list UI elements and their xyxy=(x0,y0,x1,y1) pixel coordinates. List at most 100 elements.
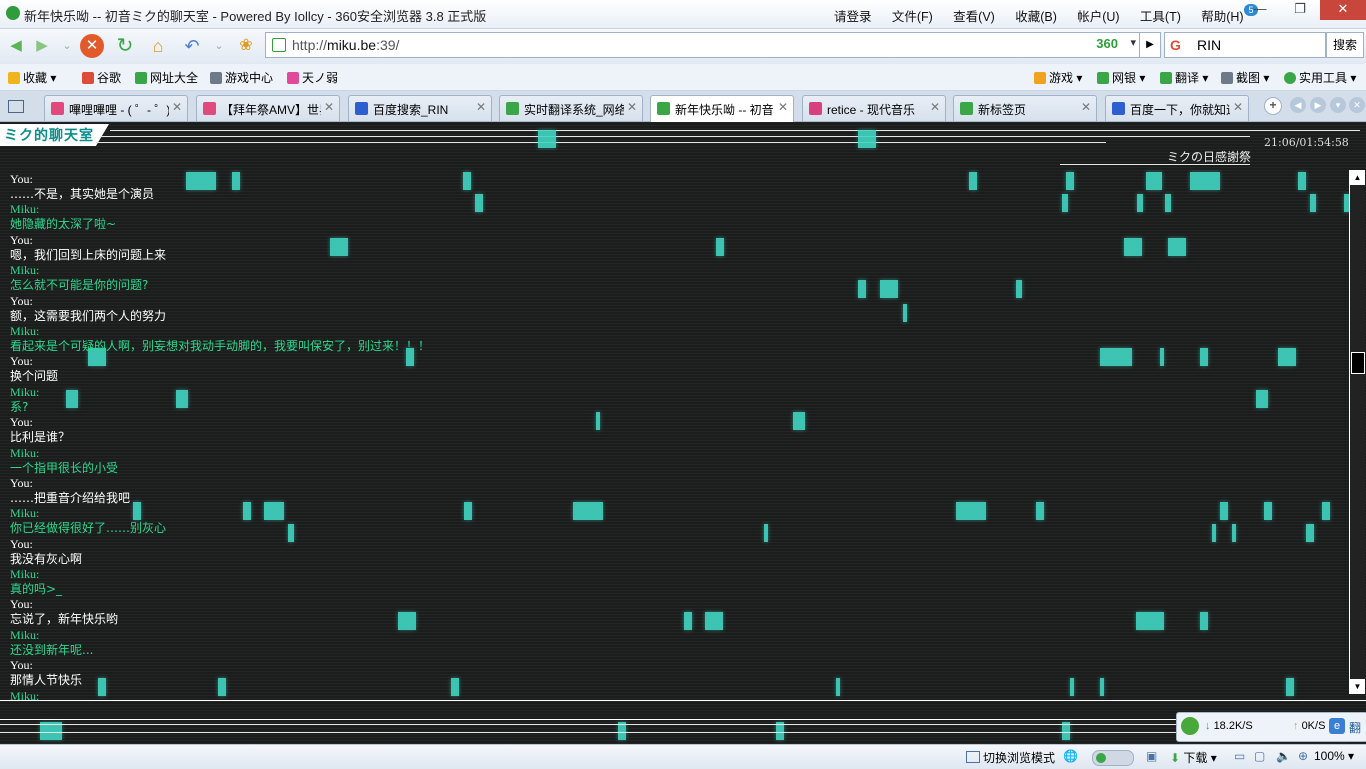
search-button[interactable]: 搜索 xyxy=(1326,32,1364,58)
mode-toggle[interactable] xyxy=(1092,750,1134,766)
ie-mode-icon[interactable]: e xyxy=(1329,718,1345,734)
tab-2[interactable]: 【拜年祭AMV】世界第✕ xyxy=(196,95,340,121)
message-text: 你已经做得很好了……别灰心 xyxy=(10,521,167,536)
tab-close-icon[interactable]: ✕ xyxy=(476,100,486,114)
download-button[interactable]: ⬇ 下载 ▾ xyxy=(1170,749,1217,766)
zoom-icon[interactable]: ⊕ xyxy=(1298,749,1308,763)
tabs-list-icon[interactable]: ▾ xyxy=(1330,97,1346,113)
bookmark-favorites[interactable]: 收藏 ▾ xyxy=(8,69,56,86)
tab-1[interactable]: 嗶哩嗶哩 - ( ゜- ゜)つ✕ xyxy=(44,95,188,121)
menu-tools[interactable]: 工具(T) xyxy=(1140,10,1181,24)
chat-message: You: ……不是，其实她是个演员 xyxy=(10,172,1340,202)
volume-icon[interactable]: 🔈 xyxy=(1276,749,1291,763)
translate-button[interactable]: 翻 xyxy=(1349,719,1361,736)
menu-view[interactable]: 查看(V) xyxy=(953,10,995,24)
chat-message: You: 我没有灰心啊 xyxy=(10,537,1340,567)
cache-icon[interactable]: ▣ xyxy=(1146,749,1157,763)
bookmarks-bar: 收藏 ▾ 谷歌 网址大全 游戏中心 天ノ弱 游戏 ▾ 网银 ▾ 翻译 ▾ 截图 … xyxy=(0,64,1366,91)
navigation-bar: ◀ ▶ ⌄ ✕ ↻ ⌂ ↶ ⌄ ❀ http://miku.be:39/ 360… xyxy=(0,29,1366,63)
tab-favicon-icon xyxy=(355,102,368,115)
tab-5[interactable]: 新年快乐呦 -- 初音ミク✕ xyxy=(650,95,794,122)
message-speaker: You: xyxy=(10,232,33,247)
page-icon xyxy=(272,38,286,52)
message-speaker: You: xyxy=(10,597,33,612)
back-icon[interactable]: ◀ xyxy=(4,34,28,58)
toolbar-screenshot[interactable]: 截图 ▾ xyxy=(1221,69,1269,86)
tab-close-icon[interactable]: ✕ xyxy=(627,100,637,114)
toolbar-translate[interactable]: 翻译 ▾ xyxy=(1160,69,1208,86)
divider xyxy=(96,142,1106,143)
url-dropdown-icon[interactable]: ▾ xyxy=(1130,36,1136,49)
maximize-button[interactable]: ❐ xyxy=(1280,0,1320,20)
tab-close-icon[interactable]: ✕ xyxy=(324,100,334,114)
window-controls: — ❐ ✕ xyxy=(1240,0,1366,22)
tab-6[interactable]: retice - 现代音乐 ✕ xyxy=(802,95,946,121)
tab-close-icon[interactable]: ✕ xyxy=(172,100,182,114)
tab-8[interactable]: 百度一下，你就知道 ✕ xyxy=(1105,95,1249,121)
screen-icon[interactable]: ▭ xyxy=(1234,749,1245,763)
menu-file[interactable]: 文件(F) xyxy=(892,10,933,24)
tab-bar: 嗶哩嗶哩 - ( ゜- ゜)つ✕ 【拜年祭AMV】世界第✕ 百度搜索_RIN✕ 实时翻… xyxy=(0,91,1366,122)
forward-icon[interactable]: ▶ xyxy=(30,34,54,58)
message-text: 看起来是个可疑的人啊，别妄想对我动手动脚的，我要叫保安了，别过来！！！ xyxy=(10,338,431,353)
scroll-thumb[interactable] xyxy=(1351,352,1365,374)
tab-close-icon[interactable]: ✕ xyxy=(1233,100,1243,114)
tab-close-icon[interactable]: ✕ xyxy=(778,100,788,114)
security-badge-icon[interactable]: 360 xyxy=(1096,36,1118,51)
menu-help[interactable]: 帮助(H) xyxy=(1201,10,1243,24)
login-link[interactable]: 请登录 xyxy=(834,10,872,24)
clock-display: 21:06/01:54:58 xyxy=(1264,136,1349,149)
scroll-up-icon[interactable]: ▲ xyxy=(1350,170,1365,185)
tab-4[interactable]: 实时翻译系统_网络翻译✕ xyxy=(499,95,643,121)
close-window-button[interactable]: ✕ xyxy=(1320,0,1366,20)
tab-list-icon[interactable] xyxy=(8,100,24,113)
scroll-down-icon[interactable]: ▼ xyxy=(1350,679,1365,694)
translate-icon xyxy=(1160,72,1172,84)
menu-account[interactable]: 帐户(U) xyxy=(1077,10,1119,24)
url-text[interactable]: http://miku.be:39/ xyxy=(292,37,399,53)
undo-dropdown-icon[interactable]: ⌄ xyxy=(207,34,231,58)
search-input[interactable]: RIN xyxy=(1197,37,1221,53)
bookmark-game-center[interactable]: 游戏中心 xyxy=(210,69,273,86)
address-bar[interactable]: http://miku.be:39/ 360 ▾ ▶ xyxy=(265,32,1161,58)
fullscreen-icon[interactable]: ▢ xyxy=(1254,749,1265,763)
history-dropdown-icon[interactable]: ⌄ xyxy=(55,34,79,58)
toolbar-utilities[interactable]: 实用工具 ▾ xyxy=(1284,69,1356,86)
globe-icon[interactable]: 🌐 xyxy=(1063,749,1078,763)
undo-close-icon[interactable]: ↶ xyxy=(180,34,204,58)
bookmark-url-directory[interactable]: 网址大全 xyxy=(135,69,198,86)
tab-label: retice - 现代音乐 xyxy=(827,103,916,117)
paw-icon[interactable]: ❀ xyxy=(234,34,258,58)
menu-favorites[interactable]: 收藏(B) xyxy=(1015,10,1057,24)
switch-browse-mode[interactable]: 切换浏览模式 xyxy=(966,749,1055,766)
tab-3[interactable]: 百度搜索_RIN ✕ xyxy=(348,95,492,121)
network-speed-widget[interactable]: ↓ 18.2K/S ↑ 0K/S e 翻 xyxy=(1176,712,1366,742)
chat-message: Miku: 一个指甲很长的小受 xyxy=(10,446,1340,476)
tabs-scroll-right-icon[interactable]: ▶ xyxy=(1310,97,1326,113)
bookmark-google[interactable]: 谷歌 xyxy=(82,69,121,86)
tab-close-icon[interactable]: ✕ xyxy=(1081,100,1091,114)
toolbar-games[interactable]: 游戏 ▾ xyxy=(1034,69,1082,86)
toolbar-online-bank[interactable]: 网银 ▾ xyxy=(1097,69,1145,86)
chat-input[interactable] xyxy=(0,700,1366,720)
tab-7[interactable]: 新标签页 ✕ xyxy=(953,95,1097,121)
message-text: ……不是，其实她是个演员 xyxy=(10,187,155,201)
tab-close-icon[interactable]: ✕ xyxy=(930,100,940,114)
plus-circle-icon xyxy=(1284,72,1296,84)
bookmark-tennojaku[interactable]: 天ノ弱 xyxy=(287,69,338,86)
new-tab-button[interactable]: + xyxy=(1264,97,1282,115)
search-box[interactable]: G RIN xyxy=(1164,32,1326,58)
chat-scrollbar[interactable]: ▲ ▼ xyxy=(1349,170,1365,694)
refresh-icon[interactable]: ↻ xyxy=(113,34,137,58)
zoom-level[interactable]: 100% ▾ xyxy=(1314,749,1354,763)
message-text: ……把重音介绍给我吧 xyxy=(10,490,131,505)
tabs-scroll-left-icon[interactable]: ◀ xyxy=(1290,97,1306,113)
minimize-button[interactable]: — xyxy=(1240,0,1280,20)
close-tab-icon[interactable]: ✕ xyxy=(1349,97,1365,113)
search-engine-icon[interactable]: G xyxy=(1170,37,1181,53)
home-icon[interactable]: ⌂ xyxy=(146,34,170,58)
stop-icon[interactable]: ✕ xyxy=(80,34,104,58)
star-icon xyxy=(8,72,20,84)
message-speaker: Miku: xyxy=(10,323,40,338)
go-button[interactable]: ▶ xyxy=(1139,33,1160,57)
